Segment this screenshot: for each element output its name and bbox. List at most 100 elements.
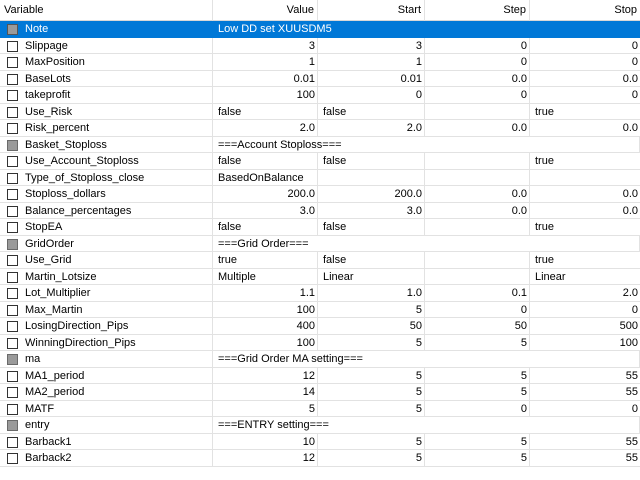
table-row[interactable]: Basket_Stoploss ===Account Stoploss=== [0, 136, 640, 153]
optimize-checkbox[interactable] [7, 436, 18, 448]
start-cell[interactable]: false [318, 153, 425, 170]
value-cell[interactable]: false [213, 219, 318, 236]
optimize-checkbox[interactable] [7, 354, 18, 365]
optimize-checkbox[interactable] [7, 403, 18, 415]
variable-cell[interactable]: Barback1 [0, 433, 213, 450]
variable-cell[interactable]: Slippage [0, 37, 213, 54]
value-cell[interactable]: BasedOnBalance [213, 169, 318, 186]
optimize-checkbox[interactable] [7, 271, 18, 283]
step-cell[interactable]: 0 [425, 37, 530, 54]
value-cell[interactable]: 3 [213, 37, 318, 54]
table-row[interactable]: Stoploss_dollars 200.0 200.0 0.0 0.0 [0, 186, 640, 203]
optimize-checkbox[interactable] [7, 106, 18, 118]
optimize-checkbox[interactable] [7, 189, 18, 200]
variable-cell[interactable]: Basket_Stoploss [0, 136, 213, 153]
table-row[interactable]: Barback2 12 5 5 55 [0, 450, 640, 467]
table-row[interactable]: MATF 5 5 0 0 [0, 400, 640, 417]
value-cell[interactable]: 10 [213, 433, 318, 450]
variable-cell[interactable]: Risk_percent [0, 120, 213, 137]
step-cell[interactable] [425, 268, 530, 285]
stop-cell[interactable] [530, 170, 640, 186]
value-cell[interactable]: Low DD set XUUSDM5 [213, 21, 640, 38]
optimize-checkbox[interactable] [7, 288, 18, 299]
start-cell[interactable]: 2.0 [318, 120, 425, 137]
step-cell[interactable] [425, 103, 530, 120]
stop-cell[interactable]: 0.0 [530, 120, 640, 137]
value-cell[interactable]: false [213, 103, 318, 120]
stop-cell[interactable]: 100 [530, 335, 640, 351]
variable-cell[interactable]: Lot_Multiplier [0, 285, 213, 302]
optimize-checkbox[interactable] [7, 321, 18, 332]
value-cell[interactable]: true [213, 252, 318, 269]
stop-cell[interactable]: 0 [530, 38, 640, 54]
optimize-checkbox[interactable] [7, 238, 18, 250]
variable-cell[interactable]: Use_Risk [0, 103, 213, 120]
value-cell[interactable]: ===ENTRY setting=== [213, 417, 640, 434]
header-stop[interactable]: Stop [530, 0, 640, 21]
optimize-checkbox[interactable] [7, 255, 18, 266]
step-cell[interactable]: 0.0 [425, 120, 530, 137]
step-cell[interactable]: 5 [425, 384, 530, 401]
step-cell[interactable]: 0 [425, 301, 530, 318]
table-row[interactable]: GridOrder ===Grid Order=== [0, 235, 640, 252]
stop-cell[interactable]: 500 [530, 318, 640, 335]
variable-cell[interactable]: Martin_Lotsize [0, 268, 213, 285]
start-cell[interactable]: 5 [318, 433, 425, 450]
variable-cell[interactable]: Barback2 [0, 450, 213, 467]
variable-cell[interactable]: Stoploss_dollars [0, 186, 213, 203]
step-cell[interactable]: 0.0 [425, 70, 530, 87]
table-row[interactable]: Martin_Lotsize Multiple Linear Linear [0, 268, 640, 285]
value-cell[interactable]: 5 [213, 400, 318, 417]
table-row[interactable]: StopEA false false true [0, 219, 640, 236]
variable-cell[interactable]: ma [0, 351, 213, 368]
step-cell[interactable]: 0.1 [425, 285, 530, 302]
start-cell[interactable]: 5 [318, 367, 425, 384]
optimize-checkbox[interactable] [7, 337, 18, 349]
table-row[interactable]: entry ===ENTRY setting=== [0, 417, 640, 434]
table-row[interactable]: takeprofit 100 0 0 0 [0, 87, 640, 104]
optimize-checkbox[interactable] [7, 40, 18, 52]
value-cell[interactable]: 100 [213, 87, 318, 104]
optimize-checkbox[interactable] [7, 57, 18, 68]
table-row[interactable]: Risk_percent 2.0 2.0 0.0 0.0 [0, 120, 640, 137]
stop-cell[interactable]: 55 [530, 384, 640, 401]
value-cell[interactable]: ===Grid Order=== [213, 235, 640, 252]
value-cell[interactable]: 14 [213, 384, 318, 401]
stop-cell[interactable]: true [530, 219, 640, 236]
optimize-checkbox[interactable] [7, 387, 18, 398]
start-cell[interactable]: 3 [318, 37, 425, 54]
table-row[interactable]: Type_of_Stoploss_close BasedOnBalance [0, 169, 640, 186]
value-cell[interactable]: 3.0 [213, 202, 318, 219]
variable-cell[interactable]: takeprofit [0, 87, 213, 104]
optimize-checkbox[interactable] [7, 205, 18, 217]
table-row[interactable]: WinningDirection_Pips 100 5 5 100 [0, 334, 640, 351]
value-cell[interactable]: 2.0 [213, 120, 318, 137]
value-cell[interactable]: ===Grid Order MA setting=== [213, 351, 640, 368]
start-cell[interactable]: 200.0 [318, 186, 425, 203]
stop-cell[interactable]: 0 [530, 87, 640, 104]
start-cell[interactable]: false [318, 103, 425, 120]
step-cell[interactable] [425, 169, 530, 186]
variable-cell[interactable]: MATF [0, 400, 213, 417]
table-row[interactable]: ma ===Grid Order MA setting=== [0, 351, 640, 368]
table-row[interactable]: Max_Martin 100 5 0 0 [0, 301, 640, 318]
step-cell[interactable]: 0 [425, 87, 530, 104]
stop-cell[interactable]: 0.0 [530, 186, 640, 203]
start-cell[interactable]: Linear [318, 268, 425, 285]
start-cell[interactable]: 50 [318, 318, 425, 335]
optimize-checkbox[interactable] [7, 420, 18, 431]
variable-cell[interactable]: Max_Martin [0, 301, 213, 318]
value-cell[interactable]: false [213, 153, 318, 170]
optimize-checkbox[interactable] [7, 172, 18, 184]
step-cell[interactable] [425, 219, 530, 236]
stop-cell[interactable]: true [530, 153, 640, 170]
step-cell[interactable]: 5 [425, 367, 530, 384]
value-cell[interactable]: 100 [213, 301, 318, 318]
stop-cell[interactable]: 0 [530, 401, 640, 417]
stop-cell[interactable]: 55 [530, 368, 640, 384]
step-cell[interactable]: 0.0 [425, 186, 530, 203]
step-cell[interactable] [425, 252, 530, 269]
variable-cell[interactable]: Use_Account_Stoploss [0, 153, 213, 170]
table-row[interactable]: Use_Account_Stoploss false false true [0, 153, 640, 170]
start-cell[interactable] [318, 169, 425, 186]
